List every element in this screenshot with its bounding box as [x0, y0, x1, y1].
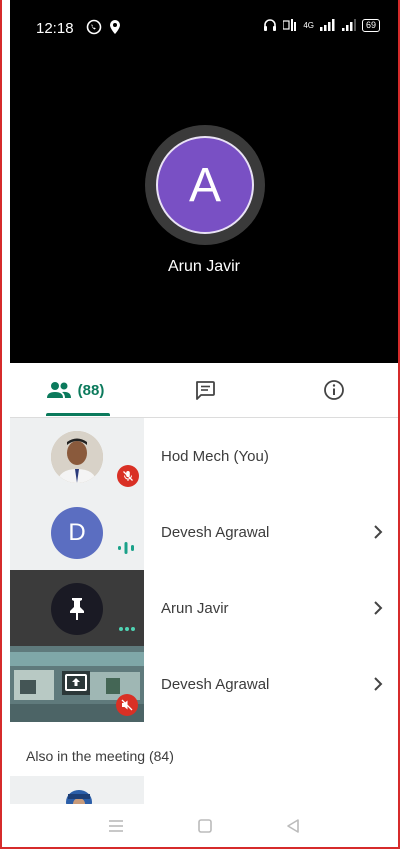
signal-icon-2 [341, 19, 356, 31]
people-icon [46, 382, 71, 398]
active-tab-indicator [46, 413, 110, 416]
presenter-name: Arun Javir [167, 258, 241, 275]
person-photo-icon [51, 431, 103, 483]
participant-row[interactable]: D Devesh Agrawal [10, 494, 398, 570]
muted-badge [116, 694, 138, 716]
people-count: (88) [77, 381, 105, 399]
pin-icon [70, 598, 84, 620]
location-icon [110, 20, 120, 34]
system-nav-bar [10, 804, 398, 847]
present-screen-icon [65, 674, 87, 691]
participant-name: Arun Javir [161, 599, 229, 617]
network-label: 4G [303, 20, 314, 30]
more-dots-icon [119, 627, 135, 631]
speaking-indicator-icon [118, 542, 134, 554]
participant-row[interactable]: Arun Javir [10, 570, 398, 646]
participant-name: Hod Mech (You) [161, 447, 269, 465]
participant-tile: D [10, 494, 144, 570]
presenter-avatar-ring: A [145, 125, 265, 245]
participant-tile [10, 418, 144, 494]
video-stage[interactable]: 12:18 4G 69 A Arun Javir [10, 0, 398, 363]
meeting-tabs: (88) [10, 363, 398, 418]
mic-off-icon [123, 471, 133, 481]
participant-row[interactable]: Hod Mech (You) [10, 418, 398, 494]
tab-people[interactable]: (88) [10, 363, 140, 417]
back-icon[interactable] [286, 818, 300, 833]
status-bar: 12:18 4G 69 [10, 0, 398, 56]
participant-tile [10, 646, 144, 722]
volte-icon [283, 19, 297, 31]
participants-list: Hod Mech (You) D Devesh Agrawal Arun Jav… [10, 418, 398, 722]
info-icon [324, 380, 344, 400]
whatsapp-icon [86, 19, 102, 35]
participant-row[interactable]: Devesh Agrawal [10, 646, 398, 722]
tab-chat[interactable] [140, 363, 270, 417]
chevron-right-icon[interactable] [372, 570, 384, 646]
participant-tile [10, 570, 144, 646]
chat-icon [196, 381, 215, 400]
presenter-avatar: A [156, 136, 254, 234]
muted-badge [117, 465, 139, 487]
participant-tile-partial[interactable] [10, 776, 144, 804]
participant-name: Devesh Agrawal [161, 675, 270, 693]
status-time: 12:18 [36, 20, 74, 37]
battery-indicator: 69 [361, 18, 380, 32]
headphones-icon [264, 19, 277, 31]
also-in-meeting-header: Also in the meeting (84) [26, 748, 174, 764]
chevron-right-icon[interactable] [372, 494, 384, 570]
signal-icon [319, 19, 335, 31]
tab-info[interactable] [270, 363, 398, 417]
participant-name: Devesh Agrawal [161, 523, 270, 541]
participant-photo-partial [66, 790, 92, 804]
recent-apps-icon[interactable] [108, 819, 124, 833]
participant-photo [51, 431, 103, 483]
volume-off-icon [121, 699, 133, 711]
pinned-avatar [51, 583, 103, 635]
participant-avatar: D [51, 507, 103, 559]
home-icon[interactable] [198, 818, 212, 833]
chevron-right-icon[interactable] [372, 646, 384, 722]
